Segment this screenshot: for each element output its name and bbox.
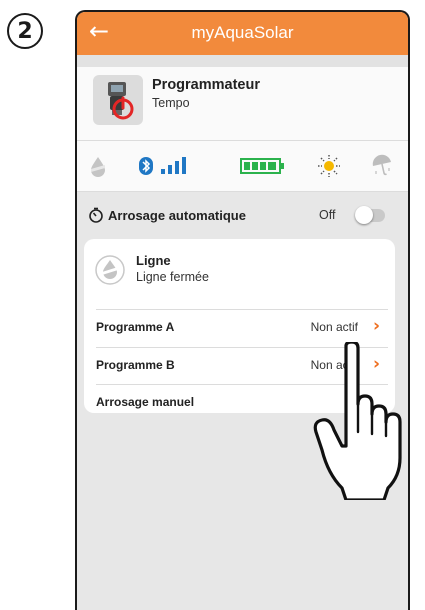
line-status: Ligne fermée [136, 270, 209, 284]
auto-watering-row: Arrosage automatique Off [77, 192, 408, 236]
bluetooth-signal-group [135, 141, 215, 191]
program-a-row[interactable]: Programme A Non actif › [96, 313, 388, 343]
bluetooth-icon [139, 157, 186, 175]
step-number: 2 [17, 18, 33, 44]
battery-icon [234, 141, 292, 191]
header-strip [77, 55, 408, 67]
rain-drop-icon [77, 141, 119, 191]
program-a-status: Non actif [310, 320, 358, 334]
auto-watering-label: Arrosage automatique [108, 208, 246, 223]
app-title: myAquaSolar [191, 23, 294, 42]
device-model: Tempo [152, 96, 190, 110]
umbrella-icon [361, 141, 403, 191]
device-card[interactable]: Programmateur Tempo [77, 67, 408, 142]
line-title: Ligne [136, 253, 171, 268]
device-image [93, 75, 143, 125]
phone-screen: ← myAquaSolar Programmateur Tempo Arrosa… [75, 10, 410, 610]
sun-icon [309, 141, 349, 191]
timer-icon [89, 207, 103, 223]
app-header: ← myAquaSolar [77, 12, 408, 55]
auto-watering-value: Off [319, 208, 336, 222]
program-b-label: Programme B [96, 358, 175, 372]
valve-drop-icon [95, 255, 125, 285]
device-name: Programmateur [152, 77, 260, 93]
step-number-badge: 2 [7, 13, 43, 49]
manual-watering-label: Arrosage manuel [96, 395, 195, 409]
auto-watering-toggle[interactable] [355, 206, 385, 224]
program-a-label: Programme A [96, 320, 175, 334]
chevron-right-icon: › [372, 316, 380, 336]
toggle-knob [355, 206, 373, 224]
divider [96, 309, 388, 310]
pointing-hand-icon [313, 342, 402, 500]
status-bar [77, 140, 408, 192]
